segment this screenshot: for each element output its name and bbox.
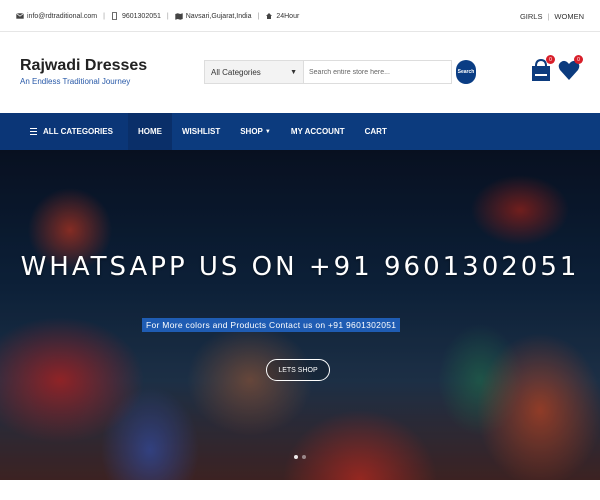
brand-name: Rajwadi Dresses bbox=[20, 57, 148, 74]
contact-info: info@rdtraditional.com | 9601302051 | Na… bbox=[16, 0, 299, 32]
envelope-icon bbox=[16, 12, 24, 20]
main-nav: ALL CATEGORIES HOME WISHLIST SHOP ▼ MY A… bbox=[0, 113, 600, 150]
lets-shop-button[interactable]: LETS SHOP bbox=[266, 359, 330, 381]
girls-link[interactable]: GIRLS bbox=[520, 12, 543, 21]
cart-count-badge: 0 bbox=[546, 55, 555, 64]
caret-down-icon: ▼ bbox=[290, 68, 297, 76]
location-text: Navsari,Gujarat,India bbox=[185, 12, 252, 20]
page-bottom bbox=[0, 480, 600, 500]
separator: | bbox=[166, 12, 169, 20]
separator: | bbox=[547, 11, 550, 21]
phone-text: 9601302051 bbox=[121, 12, 161, 20]
separator: | bbox=[103, 12, 105, 20]
nav-home[interactable]: HOME bbox=[128, 113, 172, 150]
map-icon bbox=[175, 12, 183, 20]
email-item[interactable]: info@rdtraditional.com bbox=[16, 12, 97, 20]
all-categories-label: ALL CATEGORIES bbox=[43, 127, 113, 136]
slider-dot[interactable] bbox=[302, 455, 306, 459]
search-button[interactable]: Search bbox=[456, 60, 476, 84]
category-select[interactable]: All Categories ▼ bbox=[204, 60, 304, 84]
phone-item[interactable]: 9601302051 bbox=[111, 12, 161, 20]
caret-down-icon: ▼ bbox=[264, 128, 271, 135]
wishlist-button[interactable]: 0 bbox=[558, 55, 583, 83]
slider-dots bbox=[294, 455, 306, 459]
header-icons: 0 0 bbox=[530, 55, 583, 83]
site-header: Rajwadi Dresses An Endless Traditional J… bbox=[0, 33, 600, 113]
brand-logo[interactable]: Rajwadi Dresses An Endless Traditional J… bbox=[20, 57, 147, 86]
slider-dot[interactable] bbox=[294, 455, 298, 459]
location-item: Navsari,Gujarat,India bbox=[175, 12, 252, 20]
search-input[interactable] bbox=[304, 60, 452, 84]
hero-title: WHATSAPP US ON +91 9601302051 bbox=[20, 252, 580, 282]
nav-cart[interactable]: CART bbox=[355, 113, 397, 150]
top-links: GIRLS | WOMEN bbox=[520, 0, 584, 32]
women-link[interactable]: WOMEN bbox=[554, 12, 584, 21]
email-text: info@rdtraditional.com bbox=[27, 12, 98, 20]
clock-icon bbox=[265, 12, 273, 20]
menu-icon bbox=[30, 128, 37, 135]
nav-shop-label: SHOP bbox=[240, 127, 263, 136]
wishlist-count-badge: 0 bbox=[574, 55, 583, 64]
top-bar: info@rdtraditional.com | 9601302051 | Na… bbox=[0, 0, 600, 32]
search-bar: All Categories ▼ Search bbox=[204, 60, 476, 84]
hero-banner: WHATSAPP US ON +91 9601302051 For More c… bbox=[0, 150, 600, 480]
nav-my-account[interactable]: MY ACCOUNT bbox=[281, 113, 355, 150]
phone-icon bbox=[111, 12, 119, 20]
hours-item: 24Hour bbox=[265, 12, 299, 20]
hours-text: 24Hour bbox=[276, 12, 300, 20]
category-select-value: All Categories bbox=[211, 67, 261, 77]
hero-subtitle: For More colors and Products Contact us … bbox=[142, 318, 401, 332]
hero-overlay bbox=[0, 150, 600, 480]
cart-button[interactable]: 0 bbox=[530, 55, 555, 83]
all-categories-button[interactable]: ALL CATEGORIES bbox=[0, 113, 128, 150]
brand-tagline: An Endless Traditional Journey bbox=[20, 77, 131, 86]
separator: | bbox=[257, 12, 260, 20]
nav-wishlist[interactable]: WISHLIST bbox=[172, 113, 230, 150]
nav-shop[interactable]: SHOP ▼ bbox=[230, 113, 281, 150]
